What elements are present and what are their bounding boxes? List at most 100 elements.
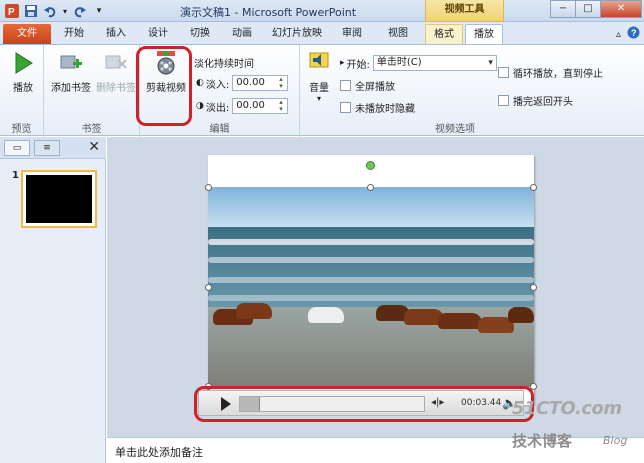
tab-slideshow[interactable]: 幻灯片放映 [266,24,328,44]
wave [208,239,534,245]
slides-pane: ▭ ≡ ✕ 1 [0,137,106,463]
undo-dropdown-icon[interactable]: ▾ [61,3,69,19]
horse [308,307,344,323]
tab-playback[interactable]: 播放 [465,24,503,44]
thumbnail-content [26,175,92,223]
fullscreen-checkbox[interactable] [340,80,351,91]
loop-option[interactable]: 循环播放，直到停止 [498,65,603,80]
start-select[interactable]: 单击时(C) [372,55,497,71]
horse [438,313,482,329]
fade-duration-title: 淡化持续时间 [194,59,254,70]
add-bookmark-label: 添加书签 [51,83,91,94]
rewind-option[interactable]: 播完返回开头 [498,93,573,108]
start-label: 开始: [346,59,370,71]
add-bookmark-button[interactable]: 添加书签 [49,51,93,94]
save-icon[interactable] [23,3,39,19]
seek-knob[interactable] [240,397,260,411]
hide-checkbox[interactable] [340,102,351,113]
fade-out-label: 淡出: [205,102,230,114]
window-controls: − □ ✕ [550,0,642,18]
slide-thumbnail[interactable] [21,170,97,228]
customize-qat-icon[interactable]: ▾ [91,3,107,19]
start-icon: ▸ [340,58,345,68]
video-frame[interactable] [208,187,534,387]
remove-bookmark-button[interactable]: 删除书签 [94,51,138,94]
rewind-checkbox[interactable] [498,95,509,106]
video-tools-context-label: 视频工具 [425,0,504,22]
group-editing: 剪裁视频 淡化持续时间 ◐ 淡入: 00.00 ◑ 淡出: 00.00 编辑 [140,45,300,137]
ribbon-right-controls: ▵ ? [616,26,640,42]
wave [208,277,534,283]
tab-view[interactable]: 视图 [380,24,416,44]
powerpoint-icon[interactable]: P [4,3,20,19]
outline-tab[interactable]: ≡ [34,140,60,156]
svg-text:P: P [8,7,15,18]
watermark-blog-cn: 技术博客 [512,432,573,450]
group-video-options: 音量 ▾ ▸ 开始: 单击时(C) 全屏播放 未播放时隐藏 循环播放，直到停止 … [300,45,610,137]
tab-insert[interactable]: 插入 [98,24,134,44]
help-icon[interactable]: ? [627,26,640,42]
fade-out-spinner[interactable]: 00.00 [232,98,289,114]
group-video-options-label: 视频选项 [435,124,475,135]
minimize-button[interactable]: − [550,0,576,18]
fade-in-label: 淡入: [205,79,230,91]
volume-label: 音量 [309,83,329,94]
play-button-label: 播放 [13,83,33,94]
remove-bookmark-icon [104,51,128,75]
player-play-icon[interactable] [221,397,231,411]
wave [208,295,534,301]
add-bookmark-icon [59,51,83,75]
fullscreen-option[interactable]: 全屏播放 [340,78,395,93]
tab-animations[interactable]: 动画 [224,24,260,44]
resize-handle[interactable] [530,284,537,291]
resize-handle[interactable] [205,184,212,191]
play-button[interactable]: 播放 [8,51,38,94]
resize-handle[interactable] [530,184,537,191]
undo-icon[interactable] [42,3,58,19]
skip-back-forward-icon[interactable]: ◂|▸ [431,397,444,408]
maximize-button[interactable]: □ [575,0,601,18]
notes-placeholder: 单击此处添加备注 [115,446,203,459]
resize-handle[interactable] [205,284,212,291]
close-pane-icon[interactable]: ✕ [88,139,100,155]
wave [208,257,534,263]
volume-button[interactable]: 音量 ▾ [304,51,334,103]
trim-video-icon [154,51,178,75]
hide-label: 未播放时隐藏 [355,104,415,115]
tab-transitions[interactable]: 切换 [182,24,218,44]
player-time: 00:03.44 [461,398,502,408]
loop-checkbox[interactable] [498,67,509,78]
tab-format[interactable]: 格式 [425,24,463,44]
trim-video-button[interactable]: 剪裁视频 [142,51,190,94]
player-seek-bar[interactable] [239,396,425,412]
fade-in-row: ◐ 淡入: 00.00 [196,75,289,91]
redo-icon[interactable] [72,3,88,19]
file-tab[interactable]: 文件 [3,24,51,44]
tab-review[interactable]: 审阅 [334,24,370,44]
slide-number: 1 [12,170,19,181]
resize-handle[interactable] [367,184,374,191]
close-button[interactable]: ✕ [600,0,642,18]
slides-pane-tabs: ▭ ≡ ✕ [0,137,106,159]
resize-handle[interactable] [205,383,212,390]
tab-home[interactable]: 开始 [56,24,92,44]
video-player-controls: ◂|▸ 00:03.44 🔈 [198,390,524,416]
ribbon: 播放 预览 添加书签 删除书签 书签 剪裁视频 淡化持续时间 ◐ 淡入: 00.… [0,44,644,137]
ribbon-tab-row: 文件 开始 插入 设计 切换 动画 幻灯片放映 审阅 视图 格式 播放 ▵ ? [0,22,644,44]
quick-access-toolbar: P ▾ ▾ [4,3,107,19]
play-icon [11,51,35,75]
volume-icon [307,51,331,75]
fade-in-spinner[interactable]: 00.00 [232,75,289,91]
fade-in-icon: ◐ [196,78,204,88]
watermark-site: 51CTO.com [512,398,622,419]
loop-label: 循环播放，直到停止 [513,69,603,80]
rotation-handle[interactable] [366,161,375,170]
title-bar: P ▾ ▾ 演示文稿1 - Microsoft PowerPoint 视频工具 … [0,0,644,22]
fullscreen-label: 全屏播放 [355,82,395,93]
tab-design[interactable]: 设计 [140,24,176,44]
watermark-blog: Blog [603,434,628,447]
slides-tab[interactable]: ▭ [4,140,30,156]
hide-option[interactable]: 未播放时隐藏 [340,100,415,115]
resize-handle[interactable] [530,383,537,390]
minimize-ribbon-icon[interactable]: ▵ [616,29,621,40]
